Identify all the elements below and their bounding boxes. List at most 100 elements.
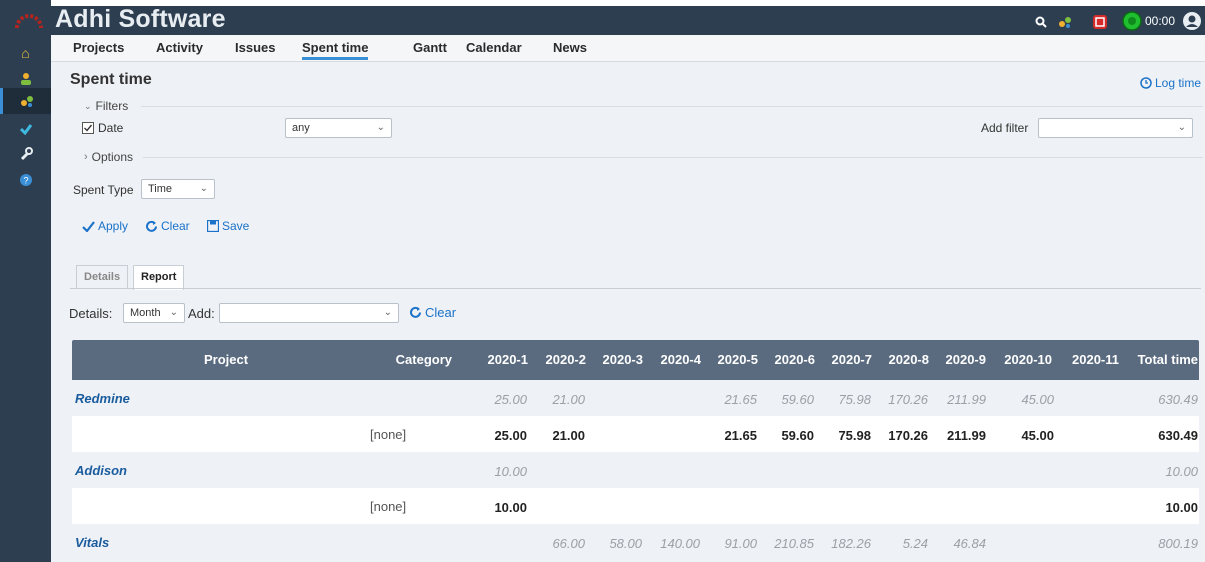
tabs-underline bbox=[70, 288, 1201, 289]
project-link[interactable]: Redmine bbox=[75, 391, 130, 406]
sidebar-item-administration[interactable] bbox=[0, 141, 51, 167]
filters-divider bbox=[141, 106, 1203, 107]
spent-type-label: Spent Type bbox=[73, 183, 134, 197]
column-header[interactable]: 2020-10 bbox=[1004, 352, 1052, 367]
date-filter: Date bbox=[82, 121, 123, 135]
sidebar-item-home[interactable]: ⌂ bbox=[0, 40, 51, 66]
clear-criteria-button[interactable]: Clear bbox=[409, 305, 456, 320]
home-icon: ⌂ bbox=[21, 45, 30, 61]
details-label: Details: bbox=[69, 306, 113, 321]
hours-cell: 59.60 bbox=[781, 428, 814, 443]
table-row: Redmine 25.00 21.00 21.65 59.60 75.98 170.26 21… bbox=[72, 380, 1199, 416]
total-time-cell: 10.00 bbox=[1165, 500, 1198, 515]
tab-calendar[interactable]: Calendar bbox=[466, 40, 522, 55]
total-time-cell: 10.00 bbox=[1165, 464, 1198, 479]
tab-details[interactable]: Details bbox=[76, 265, 129, 289]
chevron-down-icon: ⌄ bbox=[199, 183, 208, 194]
hours-cell: 25.00 bbox=[494, 392, 527, 407]
save-icon bbox=[207, 220, 219, 232]
spent-type-select[interactable]: Time ⌄ bbox=[141, 179, 215, 199]
tab-activity[interactable]: Activity bbox=[156, 40, 203, 55]
hours-cell: 21.65 bbox=[724, 392, 757, 407]
app-title[interactable]: Adhi Software bbox=[55, 4, 226, 34]
tab-report[interactable]: Report bbox=[133, 265, 185, 290]
hours-cell: 21.00 bbox=[552, 392, 585, 407]
check-icon bbox=[82, 220, 95, 232]
chevron-right-icon: › bbox=[84, 151, 88, 163]
column-header[interactable]: 2020-8 bbox=[889, 352, 929, 367]
left-sidebar: ⌂ ? bbox=[0, 0, 51, 562]
hours-cell: 91.00 bbox=[724, 536, 757, 551]
column-header[interactable]: 2020-7 bbox=[832, 352, 872, 367]
date-checkbox[interactable] bbox=[82, 122, 94, 134]
page-title: Spent time bbox=[70, 71, 152, 88]
user-avatar-icon[interactable] bbox=[1182, 11, 1202, 31]
add-criteria-select[interactable]: ⌄ bbox=[219, 303, 399, 323]
table-row: [none] 10.00 10.00 bbox=[72, 488, 1199, 524]
date-operator-select[interactable]: any ⌄ bbox=[285, 118, 392, 138]
column-header[interactable]: 2020-11 bbox=[1072, 352, 1119, 367]
svg-text:?: ? bbox=[23, 176, 28, 186]
chevron-down-icon: ⌄ bbox=[169, 307, 178, 318]
total-time-cell: 630.49 bbox=[1158, 392, 1198, 407]
project-link[interactable]: Addison bbox=[75, 463, 127, 478]
sidebar-item-help[interactable]: ? bbox=[0, 167, 51, 193]
clear-button[interactable]: Clear bbox=[145, 219, 190, 233]
project-link[interactable]: Vitals bbox=[75, 535, 109, 550]
column-header[interactable]: 2020-1 bbox=[488, 352, 528, 367]
reload-icon bbox=[146, 220, 157, 232]
date-filter-label: Date bbox=[98, 121, 124, 135]
details-criteria-select[interactable]: Month ⌄ bbox=[123, 303, 185, 323]
column-header[interactable]: Category bbox=[396, 352, 452, 367]
app-logo[interactable] bbox=[0, 0, 51, 35]
clear-label: Clear bbox=[161, 219, 190, 233]
table-row: Vitals 66.00 58.00 140.00 91.00 210.85 182.26 5… bbox=[72, 524, 1199, 560]
column-header[interactable]: 2020-2 bbox=[546, 352, 586, 367]
hours-cell: 10.00 bbox=[494, 464, 527, 479]
clock-icon bbox=[1140, 77, 1152, 89]
hours-cell: 170.26 bbox=[888, 428, 928, 443]
timer-widget[interactable]: 00:00 bbox=[1122, 11, 1175, 31]
add-filter-select[interactable]: ⌄ bbox=[1038, 118, 1193, 138]
hours-cell: 59.60 bbox=[781, 392, 814, 407]
apply-button[interactable]: Apply bbox=[82, 219, 128, 233]
save-button[interactable]: Save bbox=[207, 219, 249, 233]
wrench-icon bbox=[20, 147, 33, 161]
column-header[interactable]: 2020-9 bbox=[946, 352, 986, 367]
column-header[interactable]: 2020-5 bbox=[718, 352, 758, 367]
sidebar-item-projects[interactable] bbox=[0, 88, 51, 114]
chevron-down-icon: ⌄ bbox=[84, 100, 92, 111]
projects-menu-icon[interactable] bbox=[1056, 13, 1074, 31]
hours-cell: 21.65 bbox=[724, 428, 757, 443]
hours-cell: 25.00 bbox=[494, 428, 527, 443]
tab-spent-time[interactable]: Spent time bbox=[302, 40, 369, 60]
timer-icon bbox=[1122, 11, 1142, 31]
projects-icon bbox=[21, 96, 33, 107]
tab-gantt[interactable]: Gantt bbox=[413, 40, 447, 55]
search-icon[interactable] bbox=[1032, 13, 1050, 31]
total-time-cell: 800.19 bbox=[1158, 536, 1198, 551]
column-header[interactable]: 2020-3 bbox=[603, 352, 643, 367]
column-header[interactable]: 2020-4 bbox=[661, 352, 701, 367]
column-header[interactable]: Total time bbox=[1138, 352, 1198, 367]
column-header[interactable]: Project bbox=[204, 352, 248, 367]
column-header[interactable]: 2020-6 bbox=[775, 352, 815, 367]
options-divider bbox=[143, 157, 1203, 158]
time-report-table: Project Category 2020-1 2020-2 2020-3 2020-4 2… bbox=[72, 340, 1199, 560]
options-toggle[interactable]: › Options bbox=[84, 150, 133, 164]
hours-cell: 182.26 bbox=[831, 536, 871, 551]
hours-cell: 210.85 bbox=[774, 536, 814, 551]
options-legend: Options bbox=[91, 150, 134, 164]
chevron-down-icon: ⌄ bbox=[1177, 122, 1186, 133]
tab-projects[interactable]: Projects bbox=[73, 40, 124, 55]
log-time-link[interactable]: Log time bbox=[1140, 76, 1201, 90]
hours-cell: 211.99 bbox=[946, 428, 986, 443]
filters-toggle[interactable]: ⌄ Filters bbox=[84, 99, 128, 113]
notes-icon[interactable] bbox=[1091, 13, 1109, 31]
hours-cell: 45.00 bbox=[1021, 428, 1054, 443]
date-operator-value: any bbox=[292, 122, 310, 134]
tab-issues[interactable]: Issues bbox=[235, 40, 275, 55]
tab-news[interactable]: News bbox=[553, 40, 587, 55]
sidebar-item-issues[interactable] bbox=[0, 116, 51, 142]
hours-cell: 5.24 bbox=[902, 536, 928, 551]
